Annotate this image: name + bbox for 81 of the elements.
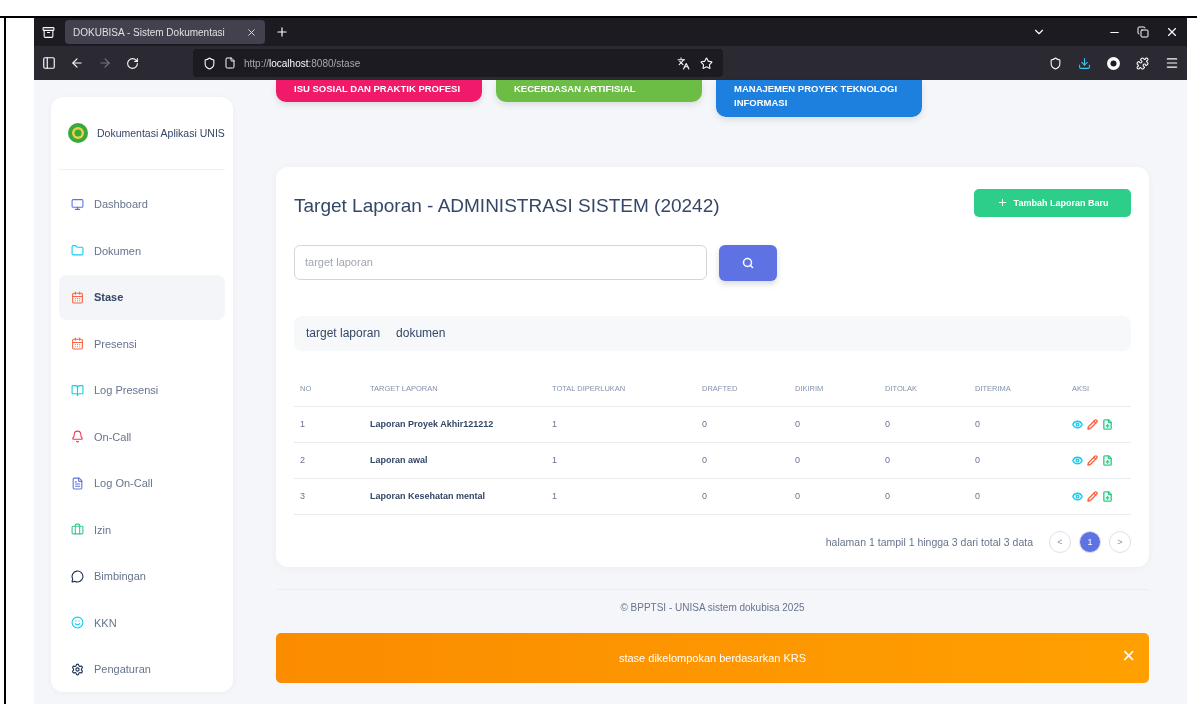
calendar-icon xyxy=(71,290,84,304)
panel-title: Target Laporan - ADMINISTRASI SISTEM (20242) xyxy=(294,194,720,217)
bell-icon xyxy=(71,430,84,444)
pencil-icon[interactable] xyxy=(1087,454,1098,466)
search-icon xyxy=(742,256,754,269)
logo-icon xyxy=(67,121,89,144)
sidebar-item[interactable]: Bimbingan xyxy=(59,553,225,599)
table-cell-text: 0 xyxy=(885,419,891,429)
sidebar-item[interactable]: Stase xyxy=(59,274,225,320)
table-cell-text: 0 xyxy=(702,455,708,465)
toast-message: stase dikelompokan berdasarkan KRS xyxy=(618,651,807,664)
reload-icon[interactable] xyxy=(126,56,139,70)
close-tab-icon[interactable] xyxy=(246,26,257,38)
account-icon[interactable] xyxy=(1107,56,1120,70)
table-cell-text: 0 xyxy=(795,491,801,501)
previous-page-button[interactable]: < xyxy=(1049,530,1071,553)
pencil-icon[interactable] xyxy=(1087,490,1098,502)
sidebar-item[interactable]: Presensi xyxy=(59,321,225,367)
sidebar-item[interactable]: Dokumen xyxy=(59,228,225,274)
table-cell-text: 0 xyxy=(975,419,981,429)
table-cell-text: 0 xyxy=(795,419,801,429)
sidebar-item[interactable]: Pengaturan xyxy=(59,646,225,692)
smile-icon xyxy=(71,616,84,630)
document-icon xyxy=(71,476,84,490)
table-cell-text: 0 xyxy=(885,455,891,465)
table-cell-text: 3 xyxy=(300,491,306,501)
table-cell-text: Laporan awal xyxy=(370,455,429,465)
briefcase-icon xyxy=(71,523,84,537)
next-page-button[interactable]: > xyxy=(1109,530,1131,553)
tab[interactable]: dokumen xyxy=(390,322,452,344)
forward-icon[interactable] xyxy=(98,56,112,70)
table-cell-text: Laporan Proyek Akhir121212 xyxy=(370,419,495,429)
sidebar-item[interactable]: KKN xyxy=(59,600,225,646)
extensions-icon[interactable] xyxy=(1136,56,1149,70)
bookmark-star-icon[interactable] xyxy=(700,56,713,70)
search-field[interactable]: target laporan xyxy=(294,244,707,280)
sidebar-item[interactable]: On-Call xyxy=(59,414,225,460)
pagination-summary: halaman 1 tampil 1 hingga 3 dari total 3 data xyxy=(825,535,1033,548)
table-cell-text: 1 xyxy=(300,419,306,429)
sidebar-item[interactable]: Izin xyxy=(59,507,225,553)
table-cell-text: 1 xyxy=(552,491,558,501)
back-icon[interactable] xyxy=(70,56,84,70)
sidebar-item[interactable]: Dashboard xyxy=(59,181,225,227)
sidebar-item[interactable]: Log On-Call xyxy=(59,460,225,506)
shield-icon[interactable] xyxy=(203,56,216,70)
monitor-icon xyxy=(71,197,84,211)
address-bar[interactable]: http://localhost:8080/stase xyxy=(193,49,723,77)
table-cell-text: 2 xyxy=(300,455,306,465)
sidebar-item[interactable]: Log Presensi xyxy=(59,367,225,413)
restore-icon[interactable] xyxy=(1137,26,1149,38)
table-cell-text: 0 xyxy=(795,455,801,465)
table-cell-text: 1 xyxy=(552,419,558,429)
chat-icon xyxy=(71,569,84,583)
table-cell-text: 0 xyxy=(702,491,708,501)
browser-tab[interactable]: DOKUBISA - Sistem Dokumentasi xyxy=(65,20,265,44)
table-cell-text: 1 xyxy=(552,455,558,465)
table-cell-text: 0 xyxy=(885,491,891,501)
table-cell-text: 0 xyxy=(702,419,708,429)
menu-icon[interactable] xyxy=(1165,56,1179,70)
sidebar-toggle-icon[interactable] xyxy=(42,56,56,70)
calendar-icon xyxy=(71,337,84,351)
course-card[interactable]: MANAJEMEN PROYEK TEKNOLOGI INFORMASI xyxy=(716,80,922,117)
page-button[interactable]: 1 xyxy=(1079,530,1101,553)
table-cell-text: 0 xyxy=(975,455,981,465)
pencil-icon[interactable] xyxy=(1087,418,1098,430)
footer-text: © BPPTSI - UNISA sistem dokubisa 2025 xyxy=(276,588,1149,613)
new-tab-icon[interactable] xyxy=(275,25,289,39)
tab-list-icon[interactable] xyxy=(42,25,55,39)
tab[interactable]: target laporan xyxy=(300,322,387,344)
translate-icon[interactable] xyxy=(677,56,690,70)
gear-icon xyxy=(71,662,84,676)
page-icon[interactable] xyxy=(224,57,236,69)
download-icon[interactable] xyxy=(1078,56,1091,70)
close-icon[interactable] xyxy=(1165,25,1179,39)
search-button[interactable] xyxy=(719,244,777,281)
table-cell-text: Laporan Kesehatan mental xyxy=(370,491,487,501)
brand-name: Dokumentasi Aplikasi UNIS xyxy=(97,126,225,139)
table-cell-text: 0 xyxy=(975,491,981,501)
folder-icon xyxy=(71,244,84,258)
plus-icon xyxy=(996,197,1008,208)
course-card[interactable]: ISU SOSIAL DAN PRAKTIK PROFESI xyxy=(276,80,482,103)
